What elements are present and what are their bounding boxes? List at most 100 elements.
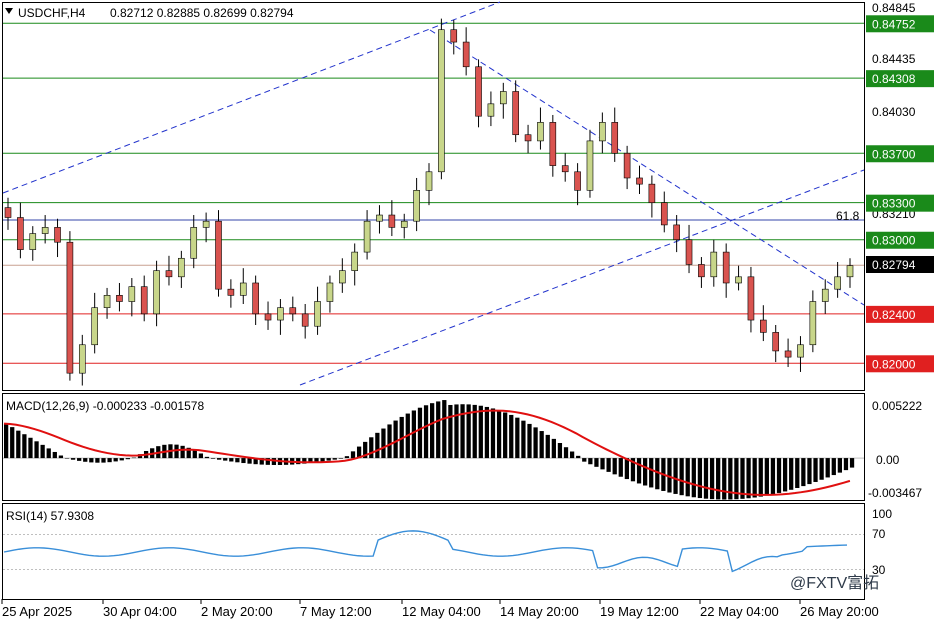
bear-candle [227,288,235,296]
macd-bar [326,458,331,461]
bear-candle [475,66,482,117]
level-tags: 0.84752 0.84308 0.83700 0.83300 0.83000 0.824… [866,15,934,373]
macd-bar [557,443,563,459]
macd-bar [381,428,386,459]
bull-candle [376,214,383,222]
macd-bar [789,458,794,490]
bear-candle [722,251,730,284]
macd-bar [180,445,185,459]
macd-bar [636,458,642,484]
fib-label: 61.8 [836,209,860,223]
macd-bar [496,410,502,459]
bear-candle [772,332,780,352]
rsi-line [3,530,848,573]
macd-tick: 0.005222 [872,399,922,413]
macd-bar [563,447,569,459]
macd-bar [490,408,496,459]
macd-bar [89,458,94,463]
level-tag-label: 0.83300 [872,197,916,211]
rsi-title: RSI(14) 57.9308 [6,509,94,523]
macd-bar [16,430,21,459]
bear-candle [140,286,148,315]
macd-bar [113,458,118,462]
bear-candle [4,207,12,218]
macd-bar [131,457,137,459]
bear-candle [648,183,656,203]
trend-lines [2,1,865,386]
bull-candle [41,227,49,234]
time-tick-label: 12 May 04:00 [402,604,481,619]
candlestick-series [4,18,854,386]
macd-bar [101,458,106,463]
macd-bar [64,458,70,459]
bull-candle [487,103,495,117]
bull-candle [178,257,185,278]
macd-bar [509,414,514,459]
macd-bar [332,458,337,460]
price-pane-frame [2,2,865,391]
macd-bar [527,423,532,459]
macd-bar [770,458,776,495]
bear-candle [116,295,123,302]
bear-candle [760,319,767,333]
bear-candle [512,91,519,136]
bear-candle [524,134,532,142]
bull-candle [710,251,718,278]
macd-bar [716,458,721,500]
macd-bar [588,458,593,465]
chart-canvas[interactable]: USDCHF,H4 0.82712 0.82885 0.82699 0.8279… [0,0,936,624]
level-tag-label: 0.82000 [872,357,916,371]
bull-candle [821,288,829,302]
bull-candle [351,251,359,271]
bull-candle [797,344,804,358]
bear-candle [388,214,396,228]
macd-bar [606,458,611,472]
bull-candle [413,190,420,222]
rsi-tick: 100 [872,507,892,521]
bear-candle [623,152,631,179]
macd-bar [703,458,709,499]
macd-bar [825,458,830,478]
macd-tick: -0.003467 [868,486,922,500]
macd-bar [746,458,751,499]
macd-bar [34,441,39,459]
ohlc-readout: 0.82712 0.82885 0.82699 0.82794 [110,6,294,20]
collapse-triangle-icon[interactable] [5,8,13,14]
macd-bar [192,450,197,459]
macd-bar [210,458,216,459]
macd-bar [223,458,228,461]
macd-bar [241,458,246,464]
bull-candle [153,270,160,315]
macd-bar [515,417,520,459]
bear-candle [611,122,619,154]
macd-bar [423,405,429,459]
macd-bar [624,458,630,480]
upper-channel-line [2,1,501,194]
level-tag-label: 0.83700 [872,147,916,161]
bear-candle [636,177,643,185]
bull-candle [363,220,371,253]
symbol-label: USDCHF,H4 [18,6,86,20]
macd-bar [600,458,605,470]
macd-bar [83,458,88,462]
macd-bar [503,412,508,459]
bear-candle [747,276,755,321]
macd-bar [843,458,849,471]
bull-candle [277,307,284,321]
macd-bar [521,420,526,459]
macd-bar [442,400,447,459]
macd-bar [460,404,465,459]
macd-bar [411,410,417,459]
macd-bar [119,458,124,461]
bull-candle [190,227,198,259]
bull-candle [339,270,346,284]
macd-bar [77,458,82,461]
fxtv-watermark: @FXTV富拓 [790,574,879,592]
down-trend-line [429,29,865,306]
time-tick-label: 25 Apr 2025 [2,604,72,619]
macd-bar [369,437,374,459]
macd-bar [545,434,550,459]
macd-bar [204,456,210,459]
macd-bar [436,401,441,459]
macd-bar [46,448,51,459]
